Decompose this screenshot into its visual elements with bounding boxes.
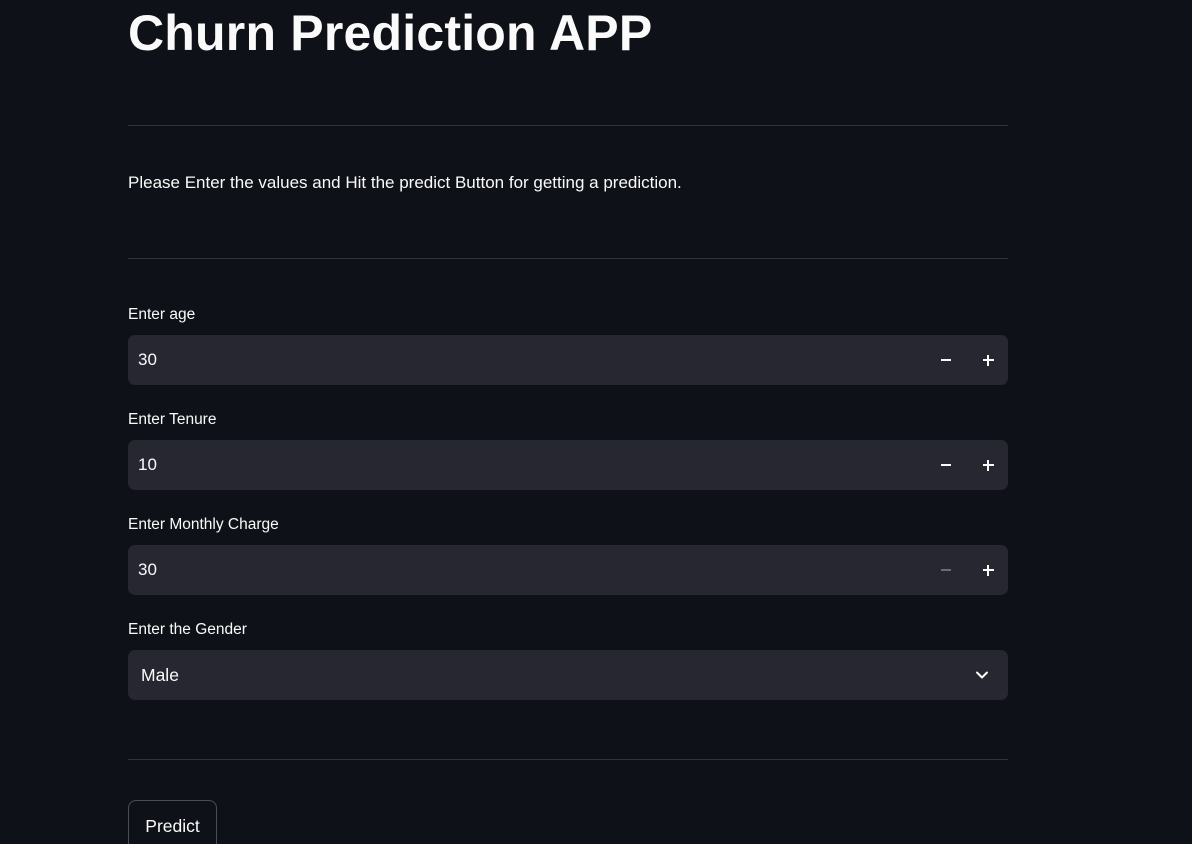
tenure-increment-button[interactable] — [968, 440, 1008, 490]
tenure-decrement-button[interactable] — [926, 440, 966, 490]
monthly-charge-decrement-button[interactable] — [926, 545, 966, 595]
monthly-charge-number-input[interactable]: 30 — [128, 545, 1008, 595]
age-number-input[interactable]: 30 — [128, 335, 1008, 385]
tenure-number-input[interactable]: 10 — [128, 440, 1008, 490]
age-value[interactable]: 30 — [138, 335, 157, 385]
monthly-charge-label: Enter Monthly Charge — [128, 516, 279, 533]
age-increment-button[interactable] — [968, 335, 1008, 385]
age-decrement-button[interactable] — [926, 335, 966, 385]
predict-button[interactable]: Predict — [128, 800, 217, 844]
gender-selected-value[interactable]: Male — [141, 650, 179, 700]
monthly-charge-increment-button[interactable] — [968, 545, 1008, 595]
intro-text: Please Enter the values and Hit the pred… — [128, 173, 682, 192]
minus-icon — [941, 359, 951, 361]
divider — [128, 258, 1008, 259]
monthly-charge-value[interactable]: 30 — [138, 545, 157, 595]
chevron-down-icon[interactable] — [974, 667, 990, 683]
divider — [128, 759, 1008, 760]
plus-icon — [982, 459, 994, 471]
gender-label: Enter the Gender — [128, 621, 247, 638]
plus-icon — [982, 354, 994, 366]
tenure-value[interactable]: 10 — [138, 440, 157, 490]
app-page: Churn Prediction APP Please Enter the va… — [0, 0, 1192, 844]
divider — [128, 125, 1008, 126]
age-label: Enter age — [128, 306, 196, 323]
tenure-label: Enter Tenure — [128, 411, 217, 428]
minus-icon — [941, 464, 951, 466]
page-title: Churn Prediction APP — [128, 5, 653, 61]
minus-icon — [941, 569, 951, 571]
gender-select[interactable]: Male — [128, 650, 1008, 700]
plus-icon — [982, 564, 994, 576]
